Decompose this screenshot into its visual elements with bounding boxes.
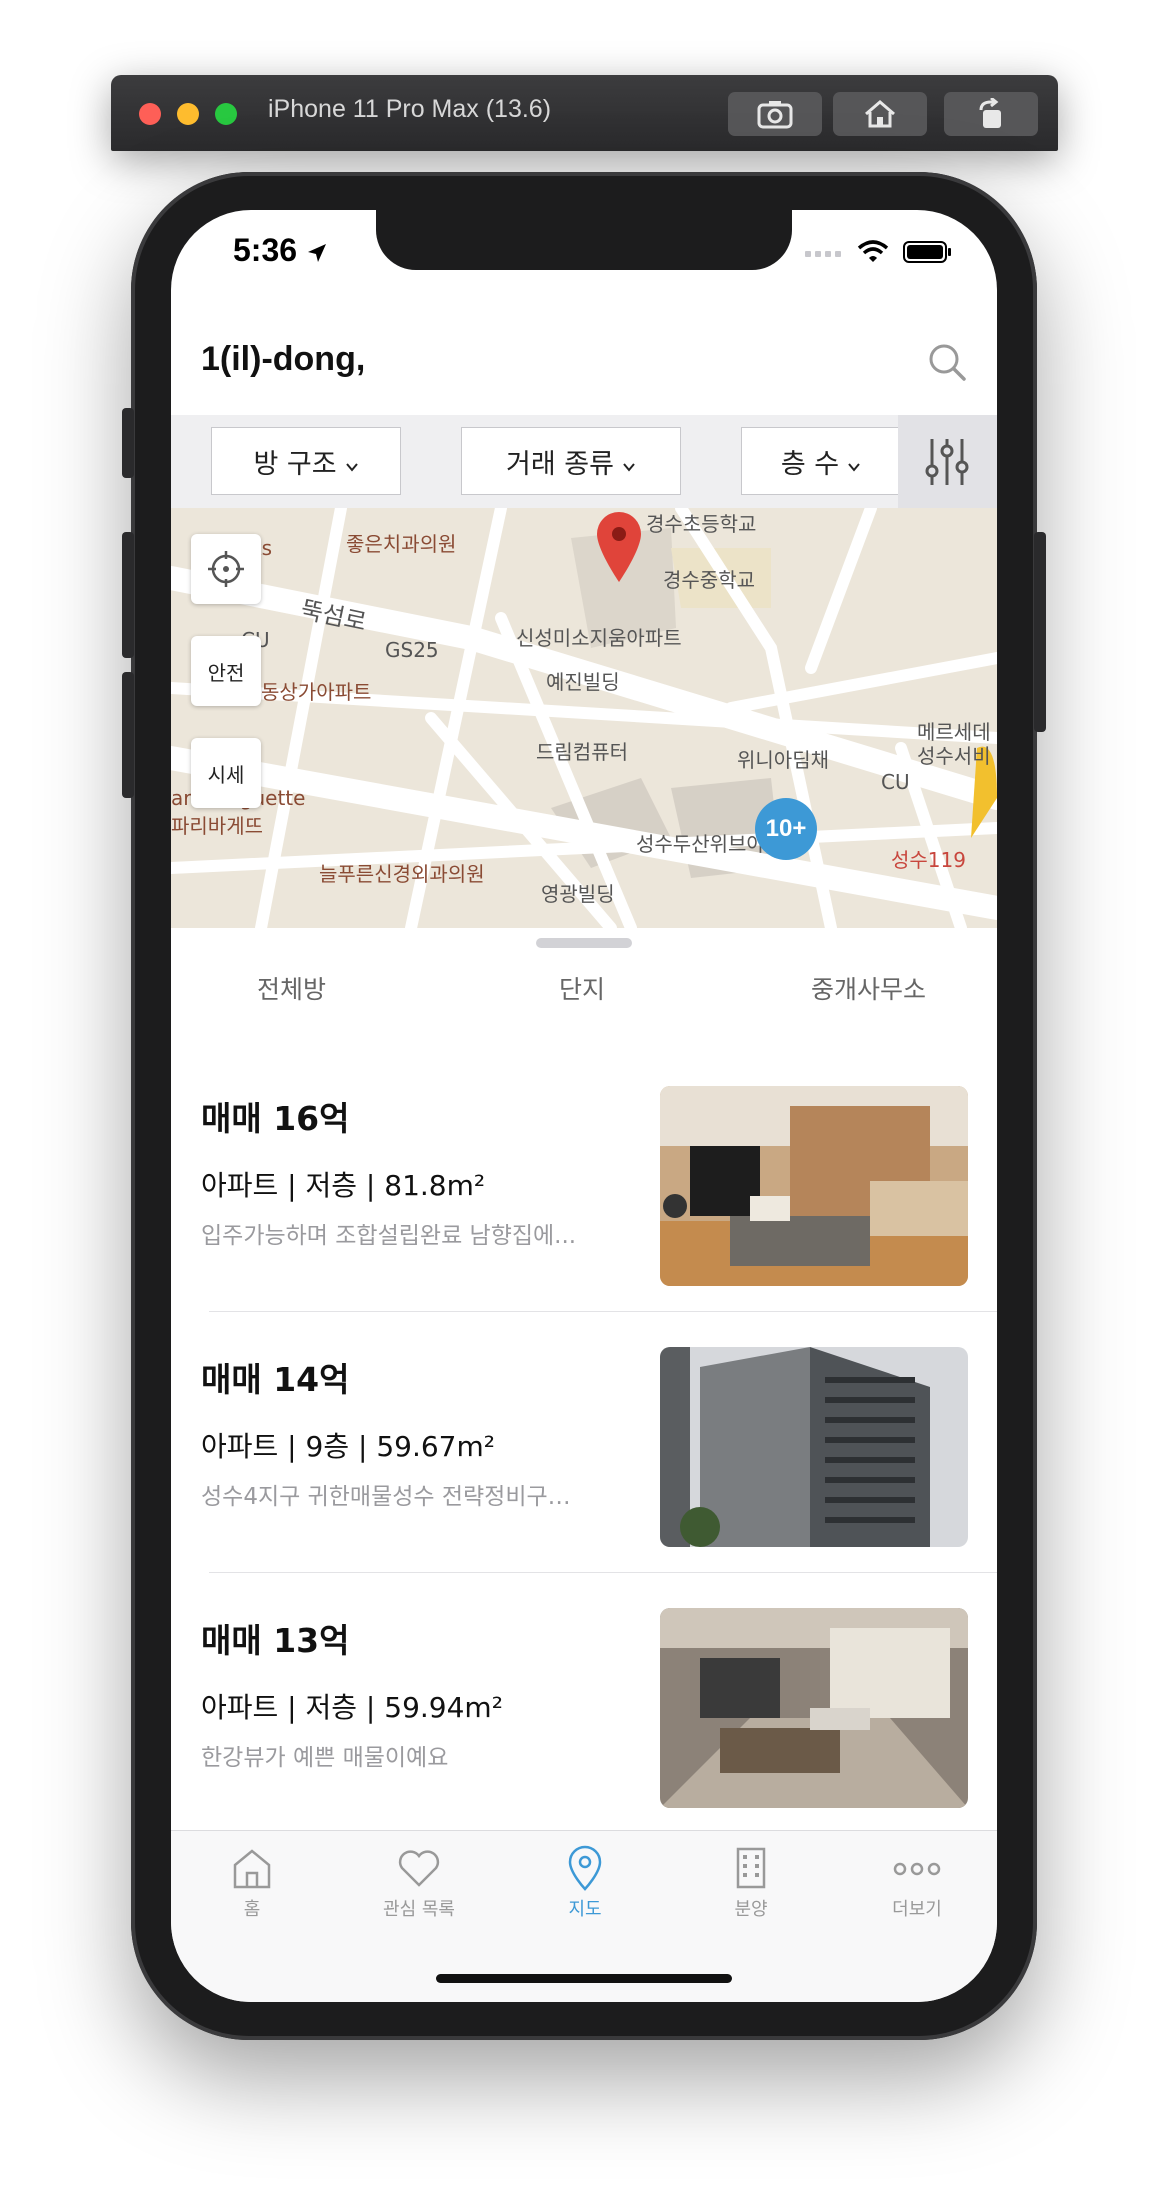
listing-meta: 아파트 | 9층 | 59.67m² <box>201 1430 495 1463</box>
rotate-button[interactable] <box>944 92 1038 136</box>
map-label-elementary-school: 경수초등학교 <box>646 512 757 536</box>
listing-price: 매매 13억 <box>201 1621 350 1660</box>
listing-card[interactable]: 매매 16억 아파트 | 저층 | 81.8m² 입주가능하며 조합설립완료 남… <box>171 1074 997 1336</box>
status-time: 5:36 <box>233 232 328 269</box>
volume-down-button <box>122 672 134 798</box>
map-label-clinic: 좋은치과의원 <box>346 532 457 556</box>
tabbar-more[interactable]: 더보기 <box>862 1845 972 1921</box>
map-label-dream-computer: 드림컴퓨터 <box>536 740 628 764</box>
map-pin-icon[interactable] <box>594 508 644 584</box>
filter-floor[interactable]: 층 수 <box>741 427 901 495</box>
close-window-button[interactable] <box>139 103 161 125</box>
search-icon <box>929 344 966 381</box>
map-label-apartment: 신성미소지움아파트 <box>516 626 682 650</box>
map-label-winia: 위니아딤채 <box>737 748 829 772</box>
signal-icon <box>805 251 841 257</box>
mute-switch <box>122 408 134 478</box>
map-pin-icon <box>568 1845 602 1891</box>
map-view[interactable]: 좋은치과의원 경수초등학교 경수중학교 뚝섬로 GS25 CU 신성미소지움아파… <box>171 508 997 928</box>
map-label-fire-station: 성수119 <box>891 848 966 872</box>
listing-photo <box>660 1347 968 1547</box>
living-room-photo <box>660 1086 968 1286</box>
building-icon <box>736 1847 766 1889</box>
power-button <box>1034 532 1046 732</box>
divider <box>209 1311 997 1312</box>
price-layer-button[interactable]: 시세 <box>191 738 261 808</box>
safety-layer-button[interactable]: 안전 <box>191 636 261 706</box>
listing-cluster-marker[interactable]: 10+ <box>755 798 817 860</box>
home-button[interactable] <box>833 92 927 136</box>
tab-agencies[interactable]: 중개사무소 <box>811 970 926 1006</box>
rotate-icon <box>979 96 1001 128</box>
chevron-down-icon <box>848 463 860 472</box>
tabbar-presale[interactable]: 분양 <box>696 1845 806 1921</box>
chevron-down-icon <box>623 463 635 472</box>
map-label-yejin-building: 예진빌딩 <box>546 670 620 694</box>
status-icons <box>805 240 953 264</box>
crosshair-icon <box>208 551 244 587</box>
home-indicator[interactable] <box>436 1974 732 1983</box>
tabbar-favorites[interactable]: 관심 목록 <box>364 1845 474 1921</box>
simulator-title: iPhone 11 Pro Max (13.6) <box>268 95 552 123</box>
location-arrow-icon <box>307 243 326 262</box>
listing-price: 매매 14억 <box>201 1360 350 1399</box>
map-label-shops: 동상가아파트 <box>261 680 372 704</box>
sheet-drag-handle[interactable] <box>536 938 632 948</box>
home-icon <box>865 100 895 128</box>
tabbar-home[interactable]: 홈 <box>197 1845 307 1921</box>
home-icon <box>233 1849 271 1889</box>
notch <box>376 210 792 270</box>
map-label-middle-school: 경수중학교 <box>663 568 755 592</box>
volume-up-button <box>122 532 134 658</box>
wifi-icon <box>857 240 889 262</box>
listing-photo <box>660 1086 968 1286</box>
tabbar-map[interactable]: 지도 <box>530 1845 640 1921</box>
minimize-window-button[interactable] <box>177 103 199 125</box>
app-screen: 5:36 1(il)-dong, 방 구조 거래 종류 층 수 좋은치과의원 경… <box>171 210 997 2002</box>
address-title[interactable]: 1(il)-dong, <box>201 340 365 379</box>
chevron-down-icon <box>345 463 358 472</box>
zoom-window-button[interactable] <box>215 103 237 125</box>
heart-icon <box>398 1850 440 1887</box>
listing-meta: 아파트 | 저층 | 81.8m² <box>201 1169 486 1202</box>
filter-room-structure[interactable]: 방 구조 <box>211 427 401 495</box>
filter-deal-type[interactable]: 거래 종류 <box>461 427 681 495</box>
map-label-mercedes-service: 성수서비 <box>917 744 991 768</box>
living-room-photo <box>660 1608 968 1808</box>
sheet-tabs: 전체방 단지 중개사무소 <box>171 970 997 1030</box>
listing-description: 입주가능하며 조합설립완료 남향집에... <box>201 1223 577 1249</box>
map-label-cu2: CU <box>881 770 910 794</box>
filter-bar: 방 구조 거래 종류 층 수 <box>171 415 997 508</box>
divider <box>209 1572 997 1573</box>
listing-description: 한강뷰가 예쁜 매물이예요 <box>201 1745 449 1771</box>
my-location-button[interactable] <box>191 534 261 604</box>
map-label-surgery: 늘푸른신경외과의원 <box>319 862 485 886</box>
screenshot-icon <box>757 101 793 129</box>
listing-price: 매매 16억 <box>201 1099 350 1138</box>
listing-meta: 아파트 | 저층 | 59.94m² <box>201 1691 503 1724</box>
map-roads <box>171 508 997 928</box>
map-label-gs25: GS25 <box>385 638 439 662</box>
map-label-younggwang: 영광빌딩 <box>541 882 615 906</box>
listing-card[interactable]: 매매 14억 아파트 | 9층 | 59.67m² 성수4지구 귀한매물성수 전… <box>171 1335 997 1597</box>
sliders-icon <box>925 439 969 485</box>
search-button[interactable] <box>925 340 969 384</box>
more-icon <box>893 1862 941 1876</box>
tab-all-rooms[interactable]: 전체방 <box>257 970 326 1006</box>
battery-icon <box>903 241 951 263</box>
filter-settings-button[interactable] <box>898 415 997 508</box>
tab-complex[interactable]: 단지 <box>559 970 605 1006</box>
listing-description: 성수4지구 귀한매물성수 전략정비구… <box>201 1484 571 1510</box>
map-label-paris-ko: 파리바게뜨 <box>171 814 263 838</box>
screenshot-button[interactable] <box>728 92 822 136</box>
simulator-toolbar: iPhone 11 Pro Max (13.6) <box>111 75 1058 151</box>
apartment-building-photo <box>660 1347 968 1547</box>
phone-frame: 5:36 1(il)-dong, 방 구조 거래 종류 층 수 좋은치과의원 경… <box>122 172 1046 2040</box>
listing-photo <box>660 1608 968 1808</box>
listing-card[interactable]: 매매 13억 아파트 | 저층 | 59.94m² 한강뷰가 예쁜 매물이예요 <box>171 1596 997 1858</box>
